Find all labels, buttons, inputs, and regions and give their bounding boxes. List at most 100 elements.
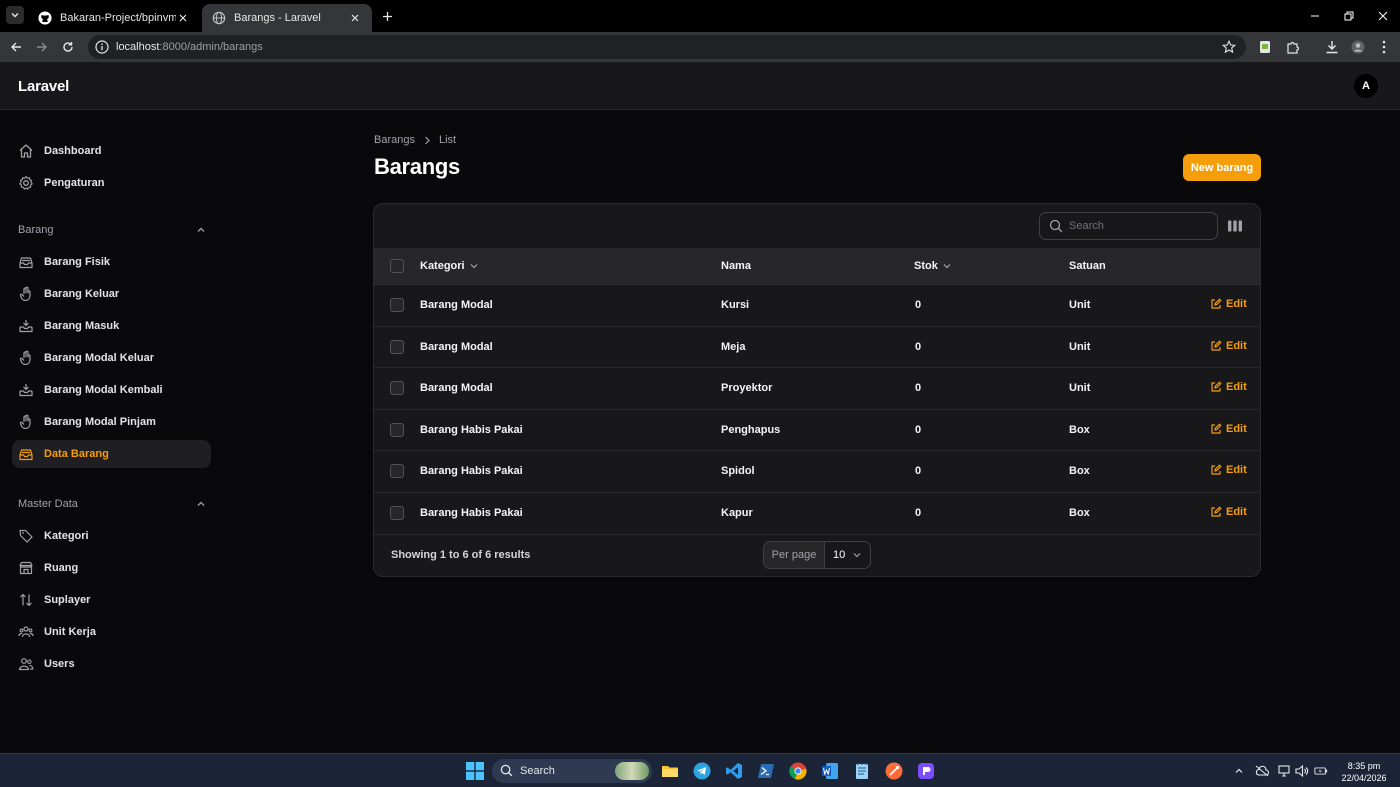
table-row[interactable]: Barang Modal Kursi 0 Unit Edit — [374, 285, 1260, 327]
notepad-icon[interactable] — [852, 761, 872, 781]
row-checkbox[interactable] — [390, 381, 404, 396]
edit-button[interactable]: Edit — [1210, 340, 1247, 352]
profile-button[interactable] — [1350, 39, 1366, 55]
bookmark-star-icon[interactable] — [1222, 40, 1236, 54]
forward-button[interactable] — [33, 38, 51, 56]
sidebar-item-suplayer[interactable]: Suplayer — [12, 586, 211, 614]
column-toggle-icon[interactable] — [1227, 219, 1243, 233]
chevron-up-icon[interactable] — [196, 225, 206, 235]
start-button[interactable] — [465, 761, 485, 781]
select-all-checkbox[interactable] — [390, 259, 404, 273]
tab-search-button[interactable] — [6, 6, 24, 24]
search-icon — [500, 764, 514, 778]
telegram-icon[interactable] — [692, 761, 712, 781]
restore-icon — [1344, 11, 1354, 21]
table-row[interactable]: Barang Modal Proyektor 0 Unit Edit — [374, 368, 1260, 410]
per-page-select[interactable]: Per page 10 — [763, 541, 871, 569]
sidebar-item-barang-modal-keluar[interactable]: Barang Modal Keluar — [12, 344, 211, 372]
close-tab-icon[interactable] — [348, 11, 362, 25]
app-purple-icon[interactable] — [916, 761, 936, 781]
sidebar-item-barang-fisik[interactable]: Barang Fisik — [12, 248, 211, 276]
row-checkbox[interactable] — [390, 506, 404, 520]
powershell-icon[interactable] — [756, 761, 776, 781]
address-bar[interactable]: localhost:8000/admin/barangs — [88, 35, 1246, 59]
table-row[interactable]: Barang Modal Meja 0 Unit Edit — [374, 327, 1260, 369]
browser-tab-barangs[interactable]: Barangs - Laravel — [202, 4, 372, 32]
chevron-up-icon[interactable] — [1232, 764, 1246, 778]
taskbar-clock[interactable]: 8:35 pm 22/04/2026 — [1334, 760, 1394, 784]
chevron-up-icon[interactable] — [196, 499, 206, 509]
sidebar-item-label: Kategori — [44, 530, 89, 542]
sidebar-item-barang-keluar[interactable]: Barang Keluar — [12, 280, 211, 308]
table-row[interactable]: Barang Habis Pakai Kapur 0 Box Edit — [374, 493, 1260, 535]
vscode-icon[interactable] — [724, 761, 744, 781]
sidebar-item-barang-masuk[interactable]: Barang Masuk — [12, 312, 211, 340]
extension-button[interactable] — [1257, 39, 1273, 55]
browser-menu-button[interactable] — [1376, 39, 1392, 55]
table-row[interactable]: Barang Habis Pakai Spidol 0 Box Edit — [374, 451, 1260, 493]
arrows-up-down-icon — [18, 592, 34, 608]
edit-button[interactable]: Edit — [1210, 298, 1247, 310]
sidebar-group-master-data[interactable]: Master Data — [18, 498, 206, 510]
minimize-button[interactable] — [1298, 0, 1332, 32]
sidebar-group-barang[interactable]: Barang — [18, 224, 206, 236]
search-input[interactable] — [1069, 220, 1209, 232]
inbox-arrow-down-icon — [18, 382, 34, 398]
row-checkbox[interactable] — [390, 422, 404, 437]
new-tab-button[interactable] — [378, 7, 396, 25]
row-checkbox[interactable] — [390, 298, 404, 312]
sidebar-item-label: Suplayer — [44, 594, 91, 606]
building-storefront-icon — [18, 560, 34, 576]
table-row[interactable]: Barang Habis Pakai Penghapus 0 Box Edit — [374, 410, 1260, 452]
breadcrumb-barangs[interactable]: Barangs — [374, 134, 415, 146]
volume-icon[interactable] — [1295, 764, 1309, 778]
sidebar-item-ruang[interactable]: Ruang — [12, 554, 211, 582]
row-checkbox[interactable] — [390, 464, 404, 479]
file-explorer-icon[interactable] — [660, 761, 680, 781]
downloads-button[interactable] — [1324, 39, 1340, 55]
table-search[interactable] — [1039, 212, 1218, 240]
edit-button[interactable]: Edit — [1210, 464, 1247, 476]
restore-button[interactable] — [1332, 0, 1366, 32]
battery-icon[interactable] — [1314, 764, 1328, 778]
sidebar-item-kategori[interactable]: Kategori — [12, 522, 211, 550]
pencil-square-icon — [1211, 423, 1222, 434]
word-icon[interactable] — [820, 761, 840, 781]
taskbar-search[interactable]: Search — [492, 759, 652, 783]
brand-logo[interactable]: Laravel — [18, 78, 69, 95]
sidebar-item-barang-modal-kembali[interactable]: Barang Modal Kembali — [12, 376, 211, 404]
postman-icon[interactable] — [884, 761, 904, 781]
extensions-menu-button[interactable] — [1285, 39, 1301, 55]
reload-button[interactable] — [59, 38, 77, 56]
sidebar-item-users[interactable]: Users — [12, 650, 211, 678]
sidebar-item-unit-kerja[interactable]: Unit Kerja — [12, 618, 211, 646]
chevron-down-icon — [943, 264, 951, 269]
column-header-stok[interactable]: Stok — [914, 260, 952, 272]
new-barang-button[interactable]: New barang — [1183, 154, 1261, 181]
close-window-button[interactable] — [1366, 0, 1400, 32]
network-icon[interactable] — [1278, 764, 1292, 778]
pencil-square-icon — [1211, 381, 1222, 392]
sidebar-item-data-barang[interactable]: Data Barang — [12, 440, 211, 468]
column-header-kategori[interactable]: Kategori — [420, 260, 479, 272]
page-title: Barangs — [374, 154, 460, 179]
edit-button[interactable]: Edit — [1210, 423, 1247, 435]
user-avatar[interactable]: A — [1354, 74, 1378, 98]
edit-button[interactable]: Edit — [1210, 381, 1247, 393]
sidebar-item-barang-modal-pinjam[interactable]: Barang Modal Pinjam — [12, 408, 211, 436]
sidebar-item-dashboard[interactable]: Dashboard — [12, 137, 211, 165]
per-page-dropdown[interactable]: 10 — [825, 542, 870, 568]
chrome-icon[interactable] — [788, 761, 808, 781]
sidebar-item-pengaturan[interactable]: Pengaturan — [12, 169, 211, 197]
back-button[interactable] — [7, 38, 25, 56]
sidebar-item-label: Barang Modal Pinjam — [44, 416, 156, 428]
info-icon[interactable] — [95, 40, 109, 54]
cell-kategori: Barang Habis Pakai — [420, 507, 523, 519]
edit-button[interactable]: Edit — [1210, 506, 1247, 518]
barangs-table: Kategori Nama Stok Satuan Barang Modal K… — [373, 203, 1261, 577]
browser-tab-github[interactable]: Bakaran-Project/bpinvmono — [28, 4, 200, 32]
cloud-off-icon[interactable] — [1255, 764, 1269, 778]
close-tab-icon[interactable] — [176, 11, 190, 25]
row-checkbox[interactable] — [390, 339, 404, 354]
column-header-label: Stok — [914, 260, 938, 272]
